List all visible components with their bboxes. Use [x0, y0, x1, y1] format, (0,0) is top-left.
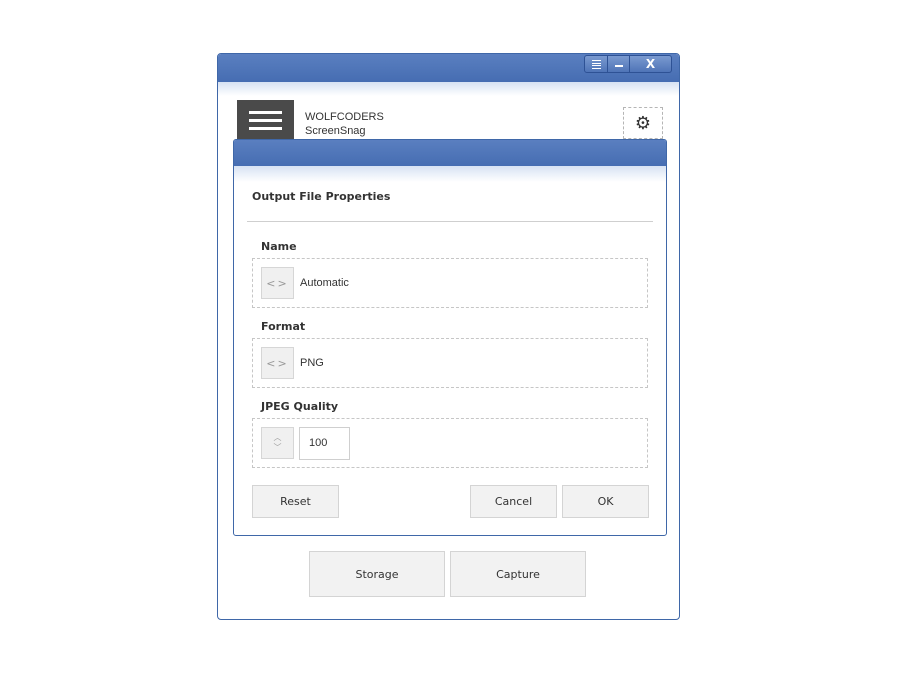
name-field: <> Automatic — [252, 258, 648, 308]
brand-product: ScreenSnag — [305, 125, 366, 137]
app-window: X WOLFCODERS ScreenSnag ⚙ Output File Pr… — [217, 53, 680, 620]
code-brackets-icon: <> — [266, 356, 289, 370]
minimize-icon — [614, 65, 623, 67]
window-menu-button[interactable] — [585, 56, 607, 72]
app-brand: WOLFCODERS ScreenSnag — [305, 110, 384, 138]
minimize-button[interactable] — [607, 56, 629, 72]
name-selector-button[interactable]: <> — [261, 267, 294, 299]
name-label: Name — [261, 240, 297, 253]
brand-company: WOLFCODERS — [305, 111, 384, 123]
cancel-button[interactable]: Cancel — [470, 485, 557, 518]
jpeg-quality-label: JPEG Quality — [261, 400, 339, 413]
hamburger-icon-bar — [249, 126, 282, 130]
main-menu-button[interactable] — [237, 100, 294, 140]
heading-divider — [247, 221, 653, 222]
window-titlebar[interactable]: X — [218, 54, 679, 82]
gear-icon: ⚙ — [634, 112, 652, 134]
menu-icon — [591, 59, 601, 69]
name-value: Automatic — [300, 277, 349, 289]
storage-button[interactable]: Storage — [309, 551, 445, 597]
titlebar-gradient — [218, 82, 679, 96]
jpeg-quality-field: ︿ ﹀ 100 — [252, 418, 648, 468]
hamburger-icon-bar — [249, 118, 282, 122]
format-value: PNG — [300, 357, 324, 369]
dialog-heading: Output File Properties — [252, 190, 391, 203]
hamburger-icon-bar — [249, 110, 282, 114]
chevron-up-icon[interactable]: ︿ — [274, 433, 282, 443]
chevron-down-icon[interactable]: ﹀ — [274, 443, 282, 453]
output-file-properties-dialog: Output File Properties Name <> Automatic… — [233, 139, 667, 536]
reset-button[interactable]: Reset — [252, 485, 339, 518]
close-button[interactable]: X — [629, 56, 671, 72]
code-brackets-icon: <> — [266, 276, 289, 290]
jpeg-quality-input[interactable]: 100 — [299, 427, 350, 460]
capture-button[interactable]: Capture — [450, 551, 586, 597]
format-selector-button[interactable]: <> — [261, 347, 294, 379]
settings-button[interactable]: ⚙ — [623, 107, 663, 139]
ok-button[interactable]: OK — [562, 485, 649, 518]
jpeg-quality-stepper[interactable]: ︿ ﹀ — [261, 427, 294, 459]
dialog-titlebar — [234, 140, 666, 166]
close-icon: X — [645, 57, 656, 71]
window-controls: X — [584, 55, 672, 73]
format-label: Format — [261, 320, 306, 333]
format-field: <> PNG — [252, 338, 648, 388]
dialog-titlebar-gradient — [234, 166, 666, 182]
